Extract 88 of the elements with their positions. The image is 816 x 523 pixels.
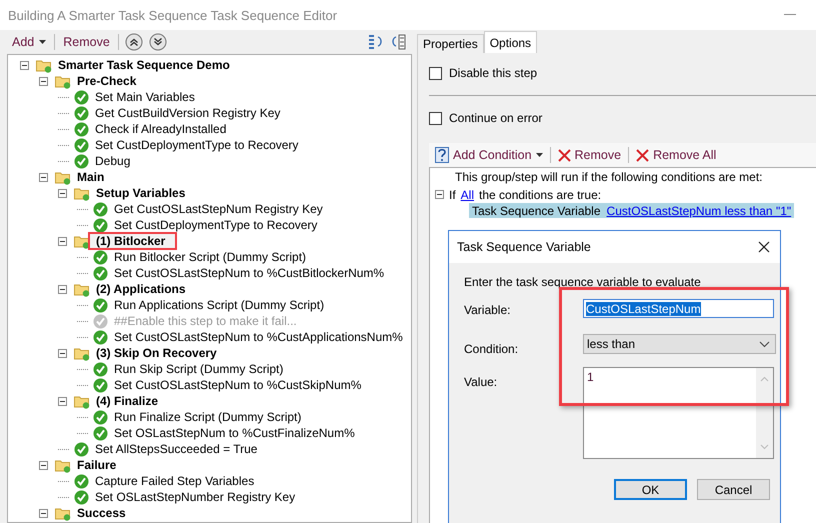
step-item[interactable]: Set AllStepsSucceeded = True xyxy=(93,442,260,456)
folder-icon xyxy=(55,74,71,88)
collapse-icon[interactable] xyxy=(39,172,48,182)
field-label: Variable: xyxy=(464,302,512,317)
match-link[interactable]: All xyxy=(460,188,474,202)
step-item[interactable]: Run Finalize Script (Dummy Script) xyxy=(112,410,304,424)
step-item[interactable]: Run Bitlocker Script (Dummy Script) xyxy=(112,250,308,264)
folder-icon xyxy=(55,170,71,184)
step-item[interactable]: Set OSLastStepNum to %CustFinalizeNum% xyxy=(112,426,357,440)
cross-icon xyxy=(636,148,650,162)
checkbox-label: Disable this step xyxy=(449,66,538,80)
step-item[interactable]: Debug xyxy=(93,154,132,168)
folder-icon xyxy=(74,394,90,408)
checkbox[interactable] xyxy=(429,112,442,124)
dialog-button[interactable]: Cancel xyxy=(697,479,770,500)
tab[interactable]: Options xyxy=(484,31,538,53)
field-label: Condition: xyxy=(464,341,520,356)
condition-item[interactable]: Task Sequence Variable CustOSLastStepNum less than "1" xyxy=(469,203,794,218)
collapse-icon[interactable] xyxy=(58,396,67,406)
move-up-icon[interactable] xyxy=(124,33,143,51)
collapse-icon[interactable] xyxy=(39,76,48,86)
condition-type: Task Sequence Variable xyxy=(472,204,601,218)
collapse-icon[interactable] xyxy=(58,284,67,294)
collapse-icon[interactable] xyxy=(58,348,67,358)
remove-condition-button[interactable]: Remove xyxy=(556,148,624,162)
group-item[interactable]: Main xyxy=(75,170,106,184)
folder-icon xyxy=(74,282,90,296)
step-item[interactable]: Capture Failed Step Variables xyxy=(93,474,256,488)
folder-icon xyxy=(36,58,52,72)
checkbox-label: Continue on error xyxy=(449,111,542,125)
condition-link[interactable]: CustOSLastStepNum less than "1" xyxy=(606,204,792,218)
step-item[interactable]: Get CustBuildVersion Registry Key xyxy=(93,106,282,120)
step-item[interactable]: Run Skip Script (Dummy Script) xyxy=(112,362,286,376)
folder-icon xyxy=(55,506,71,520)
collapse-icon[interactable] xyxy=(20,60,29,70)
collapse-icon[interactable] xyxy=(39,460,48,470)
add-button[interactable]: Add xyxy=(10,35,48,49)
dialog-button[interactable]: OK xyxy=(614,479,687,500)
group-item[interactable]: Smarter Task Sequence Demo xyxy=(56,58,232,72)
step-item[interactable]: Set CustOSLastStepNum to %CustSkipNum% xyxy=(112,378,364,392)
chevron-down-icon xyxy=(759,340,770,348)
collapse-icon[interactable] xyxy=(58,236,67,246)
if-text: If xyxy=(449,188,456,202)
list-arrow-icon[interactable] xyxy=(368,34,384,50)
window-title: Building A Smarter Task Sequence Task Sequence Editor xyxy=(8,8,338,22)
remove-button[interactable]: Remove xyxy=(61,35,112,49)
dialog-prompt: Enter the task sequence variable to evaluate xyxy=(464,275,702,291)
step-item[interactable]: Set Main Variables xyxy=(93,90,197,104)
caret-icon xyxy=(536,153,543,157)
step-item[interactable]: Get CustOSLastStepNum Registry Key xyxy=(112,202,325,216)
help-icon xyxy=(435,147,449,163)
checkbox[interactable] xyxy=(429,66,442,80)
cross-icon xyxy=(558,148,571,162)
folder-icon xyxy=(74,186,90,200)
group-item[interactable]: Failure xyxy=(75,458,118,472)
collapse-icon[interactable] xyxy=(58,188,67,198)
step-item[interactable]: Run Applications Script (Dummy Script) xyxy=(112,298,326,312)
add-condition-button[interactable]: Add Condition xyxy=(433,147,545,163)
conditions-intro: This group/step will run if the following conditions are met: xyxy=(454,170,764,186)
move-down-icon[interactable] xyxy=(148,33,167,51)
collapse-icon[interactable] xyxy=(435,190,444,199)
group-item[interactable]: Setup Variables xyxy=(94,186,188,200)
group-item[interactable]: (3) Skip On Recovery xyxy=(94,346,219,360)
caret-icon xyxy=(39,40,46,44)
group-item[interactable]: Success xyxy=(75,506,128,520)
close-icon[interactable] xyxy=(758,241,770,253)
tab[interactable]: Properties xyxy=(417,34,484,53)
variable-field[interactable]: CustOSLastStepNum xyxy=(583,299,774,318)
step-item[interactable]: Set CustDeploymentType to Recovery xyxy=(93,138,300,152)
step-item[interactable]: Check if AlreadyInstalled xyxy=(93,122,228,136)
group-item[interactable]: Pre-Check xyxy=(75,74,138,88)
list-arrow-icon[interactable] xyxy=(390,34,406,50)
step-item[interactable]: Set CustOSLastStepNum to %CustApplicationsNum% xyxy=(112,330,405,344)
folder-icon xyxy=(55,458,71,472)
group-item[interactable]: (1) Bitlocker xyxy=(90,234,176,248)
step-item[interactable]: Set OSLastStepNumber Registry Key xyxy=(93,490,298,504)
condition-dropdown[interactable]: less than xyxy=(583,334,776,354)
dialog-title: Task Sequence Variable xyxy=(457,240,591,254)
group-item[interactable]: (2) Applications xyxy=(94,282,188,296)
minimize-icon[interactable] xyxy=(784,14,796,16)
group-item[interactable]: (4) Finalize xyxy=(94,394,160,408)
if-text: the conditions are true: xyxy=(479,188,602,202)
step-item[interactable]: Set CustOSLastStepNum to %CustBitlockerNum% xyxy=(112,266,386,280)
folder-icon xyxy=(74,346,90,360)
field-label: Value: xyxy=(464,374,498,389)
remove-all-button[interactable]: Remove All xyxy=(634,148,718,162)
collapse-icon[interactable] xyxy=(39,508,48,518)
step-item[interactable]: Set CustDeploymentType to Recovery xyxy=(112,218,320,232)
